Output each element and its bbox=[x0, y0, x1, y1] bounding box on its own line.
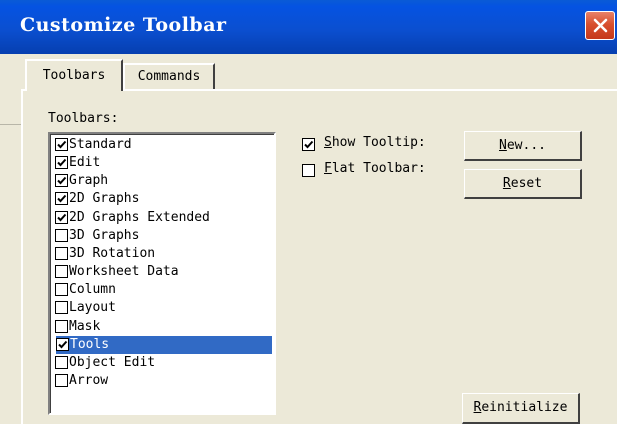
tab-panel bbox=[21, 89, 617, 424]
close-icon bbox=[593, 18, 608, 33]
customize-toolbar-dialog: Customize Toolbar Toolbars Commands Tool… bbox=[0, 0, 617, 424]
tab-commands[interactable]: Commands bbox=[123, 63, 215, 89]
tab-toolbars[interactable]: Toolbars bbox=[25, 59, 123, 91]
close-button[interactable] bbox=[585, 11, 615, 40]
left-edge-divider bbox=[0, 124, 22, 125]
title-bar[interactable]: Customize Toolbar bbox=[0, 0, 617, 54]
dialog-title: Customize Toolbar bbox=[20, 14, 227, 36]
